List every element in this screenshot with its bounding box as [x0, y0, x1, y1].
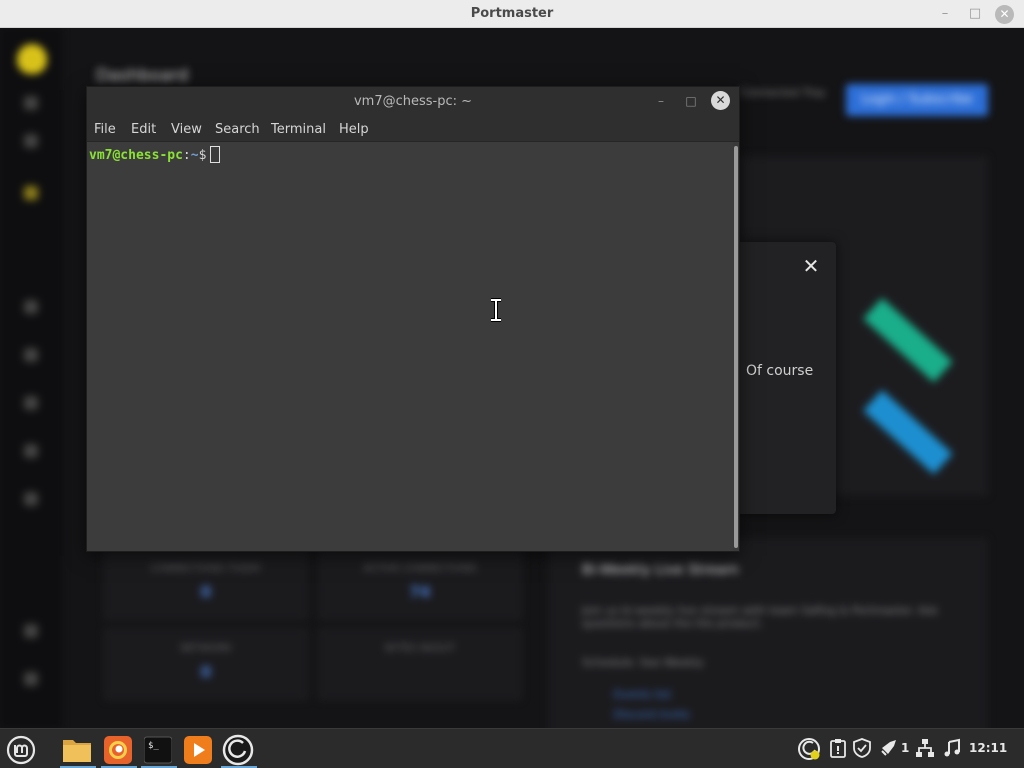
terminal-scrollbar[interactable] [733, 142, 739, 551]
terminal-maximize-button[interactable]: □ [683, 93, 699, 109]
news-sub: Schedule: See Weekly [582, 656, 704, 669]
sidebar-item[interactable] [24, 492, 38, 506]
top-status-text: Connected Tray [740, 86, 826, 99]
network-icon[interactable] [915, 738, 935, 758]
prompt-user: vm7@chess-pc [89, 148, 183, 163]
portmaster-icon [222, 734, 254, 766]
stat-value: 0 [200, 583, 212, 601]
scrollbar-thumb[interactable] [734, 146, 738, 548]
notification-count: 1 [901, 741, 910, 755]
menu-view[interactable]: View [171, 122, 202, 137]
shield-icon[interactable] [852, 738, 872, 758]
stat-card: CONNECTIONS TODAY 0 [104, 548, 308, 620]
prompt-path: ~ [190, 148, 199, 163]
svg-text:$_: $_ [148, 741, 159, 751]
media-player-icon [184, 736, 212, 764]
news-heading: Bi-Weekly Live Stream [582, 562, 739, 578]
terminal-icon: $_ [144, 736, 172, 764]
sidebar-item[interactable] [24, 134, 38, 148]
news-link[interactable]: Events list [614, 688, 671, 701]
page-title: Dashboard [96, 66, 189, 86]
minimize-button[interactable]: – [936, 5, 954, 23]
news-panel: Bi-Weekly Live Stream Join us bi-weekly … [548, 538, 988, 728]
sidebar-item[interactable] [24, 672, 38, 686]
terminal-title: vm7@chess-pc: ~ [353, 94, 473, 109]
stat-label: BYTES IN/OUT [385, 643, 455, 654]
maximize-button[interactable]: □ [966, 5, 984, 23]
terminal-screen[interactable]: vm7@chess-pc:~$ [87, 142, 733, 551]
ibeam-cursor-icon [491, 298, 501, 322]
sidebar-item[interactable] [24, 96, 38, 110]
login-button[interactable]: Login / Subscribe [846, 84, 988, 116]
prompt-dollar: $ [198, 148, 207, 163]
menu-terminal[interactable]: Terminal [271, 122, 326, 137]
files-icon [63, 740, 91, 762]
stat-card: BYTES IN/OUT [318, 628, 522, 700]
menu-edit[interactable]: Edit [131, 122, 156, 137]
mint-menu-button[interactable] [4, 733, 38, 767]
prompt-line: vm7@chess-pc:~$ [89, 146, 221, 163]
news-link[interactable]: Discord invite [614, 708, 690, 721]
clock[interactable]: 12:11 [969, 741, 1007, 755]
portmaster-button[interactable] [221, 733, 255, 767]
taskbar: $_ 1 12:11 [0, 728, 1024, 768]
stat-card: NETWORK 0 [104, 628, 308, 700]
menu-help[interactable]: Help [339, 122, 369, 137]
files-button[interactable] [60, 733, 94, 767]
terminal-minimize-button[interactable]: – [653, 93, 669, 109]
terminal-button[interactable]: $_ [141, 733, 175, 767]
stat-value: 0 [200, 663, 212, 681]
mint-menu-icon [6, 735, 36, 765]
notification-icon[interactable] [879, 738, 899, 758]
menu-search[interactable]: Search [215, 122, 260, 137]
media-player-button[interactable] [181, 733, 215, 767]
stat-label: NETWORK [180, 643, 232, 654]
sidebar-item[interactable] [24, 348, 38, 362]
window-title: Portmaster [470, 6, 554, 21]
sidebar-item[interactable] [24, 444, 38, 458]
portmaster-titlebar: Portmaster – □ ✕ [0, 0, 1024, 28]
close-button[interactable]: ✕ [995, 5, 1014, 24]
news-body: Join us bi-weekly live stream with team … [582, 604, 938, 630]
sidebar-item[interactable] [24, 396, 38, 410]
portmaster-logo-icon [17, 44, 47, 74]
terminal-titlebar[interactable]: vm7@chess-pc: ~ – □ ✕ [87, 87, 739, 116]
terminal-menubar: File Edit View Search Terminal Help [87, 116, 739, 142]
firefox-icon [104, 736, 132, 764]
stat-card: ACTIVE CONNECTIONS 74 [318, 548, 522, 620]
sidebar-item[interactable] [24, 300, 38, 314]
firefox-button[interactable] [101, 733, 135, 767]
terminal-close-button[interactable]: ✕ [711, 91, 730, 110]
modal-close-icon[interactable]: ✕ [801, 256, 821, 276]
menu-file[interactable]: File [94, 122, 116, 137]
clipboard-icon[interactable] [828, 738, 848, 758]
sound-icon[interactable] [942, 738, 962, 758]
portmaster-tray-icon[interactable] [797, 737, 821, 761]
sidebar-item[interactable] [24, 624, 38, 638]
portmaster-sidebar [0, 28, 62, 728]
stat-label: ACTIVE CONNECTIONS [363, 563, 477, 574]
stat-label: CONNECTIONS TODAY [150, 563, 262, 574]
prompt-separator: : [182, 148, 191, 163]
terminal-window[interactable]: vm7@chess-pc: ~ – □ ✕ File Edit View Sea… [86, 86, 740, 552]
text-cursor [210, 146, 221, 163]
modal-text: Of course [746, 363, 814, 379]
sidebar-item[interactable] [24, 186, 38, 200]
stat-value: 74 [409, 583, 431, 601]
